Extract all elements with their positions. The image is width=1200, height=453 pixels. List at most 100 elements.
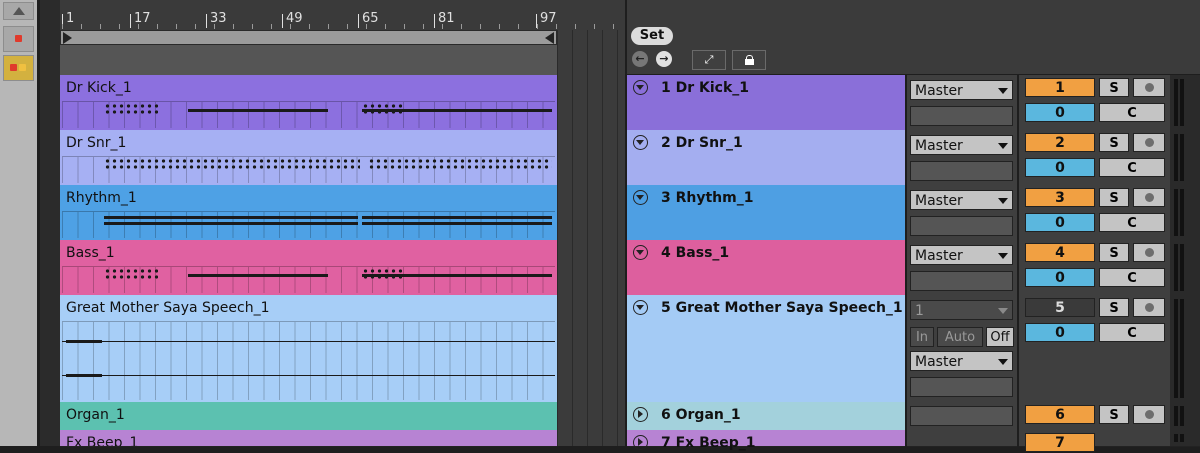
lock-icon (744, 55, 754, 65)
track-header[interactable]: 4 Bass_1 (627, 240, 905, 296)
crossfade-button[interactable]: C (1099, 103, 1165, 122)
level-meter (1170, 185, 1200, 241)
crossfade-button[interactable]: C (1099, 213, 1165, 232)
mixer-section: 6S (1019, 402, 1170, 431)
track-activator-button[interactable]: 1 (1025, 78, 1095, 97)
mixer-section: 3S0C (1019, 185, 1170, 241)
arrow-left-icon[interactable]: ← (632, 51, 648, 67)
pan-field[interactable]: 0 (1025, 213, 1095, 232)
arm-button[interactable] (1133, 405, 1165, 424)
track-activator-button[interactable]: 5 (1025, 298, 1095, 317)
mixer-section: 5S0C (1019, 295, 1170, 403)
clip-name: Fx Beep_1 (66, 435, 139, 447)
active-scene-indicator[interactable] (3, 55, 34, 81)
fold-closed-icon[interactable] (633, 435, 648, 450)
output-channel-box[interactable] (910, 406, 1013, 426)
arrangement-clip[interactable]: Great Mother Saya Speech_1 (60, 295, 557, 403)
lock-button[interactable] (732, 50, 766, 70)
output-select[interactable]: Master (910, 80, 1013, 100)
expand-button[interactable]: ⤢ (692, 50, 726, 70)
loop-brace[interactable] (60, 30, 557, 45)
arm-button[interactable] (1133, 298, 1165, 317)
ruler-subtick (423, 24, 424, 29)
fold-open-icon[interactable] (633, 245, 648, 260)
crossfade-button[interactable]: C (1099, 158, 1165, 177)
fold-open-icon[interactable] (633, 190, 648, 205)
loop-end-marker-icon[interactable] (545, 32, 554, 44)
output-select[interactable]: Master (910, 245, 1013, 265)
input-channel-select[interactable]: 1 (910, 300, 1013, 320)
scroll-column (40, 0, 60, 446)
arm-button[interactable] (1133, 133, 1165, 152)
pan-field[interactable]: 0 (1025, 268, 1095, 287)
ruler-subtick (138, 24, 139, 29)
fold-open-icon[interactable] (633, 135, 648, 150)
monitor-off-button[interactable]: Off (986, 327, 1014, 347)
fold-open-icon[interactable] (633, 80, 648, 95)
fold-closed-icon[interactable] (633, 407, 648, 422)
solo-button[interactable]: S (1099, 188, 1129, 207)
track-header[interactable]: 7 Fx Beep_1 (627, 430, 905, 451)
output-channel-box[interactable] (910, 106, 1013, 126)
solo-button[interactable]: S (1099, 243, 1129, 262)
loop-start-marker-icon[interactable] (63, 32, 72, 44)
output-value: Master (915, 138, 963, 154)
yellow-square-icon (19, 64, 26, 71)
output-channel-box[interactable] (910, 271, 1013, 291)
track-name: 1 Dr Kick_1 (661, 80, 750, 96)
io-section: Master (907, 130, 1017, 186)
pan-field[interactable]: 0 (1025, 158, 1095, 177)
track-header[interactable]: 1 Dr Kick_1 (627, 75, 905, 131)
pan-field[interactable]: 0 (1025, 103, 1095, 122)
output-select[interactable]: Master (910, 351, 1013, 371)
track-header[interactable]: 5 Great Mother Saya Speech_1 (627, 295, 905, 403)
output-channel-box[interactable] (910, 377, 1013, 397)
arrangement-clip[interactable]: Fx Beep_1 (60, 430, 557, 447)
arrangement-clip[interactable]: Organ_1 (60, 402, 557, 431)
monitor-auto-button[interactable]: Auto (937, 327, 983, 347)
track-header[interactable]: 6 Organ_1 (627, 402, 905, 431)
solo-button[interactable]: S (1099, 78, 1129, 97)
midi-note-bar (362, 222, 552, 225)
fold-open-icon[interactable] (633, 300, 648, 315)
solo-button[interactable]: S (1099, 298, 1129, 317)
output-select[interactable]: Master (910, 190, 1013, 210)
arm-button[interactable] (1133, 78, 1165, 97)
record-indicator[interactable] (3, 26, 34, 52)
arrangement-clip[interactable]: Dr Kick_1 (60, 75, 557, 131)
pan-field[interactable]: 0 (1025, 323, 1095, 342)
ruler-subtick (233, 24, 234, 29)
arrangement-clip[interactable]: Dr Snr_1 (60, 130, 557, 186)
arm-button[interactable] (1133, 243, 1165, 262)
monitor-in-button[interactable]: In (910, 327, 934, 347)
track-header[interactable]: 2 Dr Snr_1 (627, 130, 905, 186)
ruler-subtick (556, 24, 557, 29)
solo-button[interactable]: S (1099, 133, 1129, 152)
midi-note-bar (188, 109, 328, 112)
mixer-section: 2S0C (1019, 130, 1170, 186)
io-section: Master (907, 240, 1017, 296)
collapse-up-button[interactable] (3, 2, 34, 20)
track-activator-button[interactable]: 2 (1025, 133, 1095, 152)
arrangement-clip[interactable]: Rhythm_1 (60, 185, 557, 241)
beat-ruler[interactable]: 1 17 33 49 65 81 97 (60, 0, 625, 30)
arrangement-clip[interactable]: Bass_1 (60, 240, 557, 296)
track-activator-button[interactable]: 7 (1025, 433, 1095, 452)
chevron-down-icon (998, 198, 1008, 204)
crossfade-button[interactable]: C (1099, 323, 1165, 342)
ruler-tick-line (434, 14, 435, 28)
track-activator-button[interactable]: 4 (1025, 243, 1095, 262)
crossfade-button[interactable]: C (1099, 268, 1165, 287)
output-channel-box[interactable] (910, 161, 1013, 181)
track-header[interactable]: 3 Rhythm_1 (627, 185, 905, 241)
output-select[interactable]: Master (910, 135, 1013, 155)
track-activator-button[interactable]: 3 (1025, 188, 1095, 207)
chevron-down-icon (998, 308, 1008, 314)
solo-button[interactable]: S (1099, 405, 1129, 424)
arm-button[interactable] (1133, 188, 1165, 207)
set-button[interactable]: Set (631, 27, 673, 45)
arrow-right-icon[interactable]: → (656, 51, 672, 67)
track-activator-button[interactable]: 6 (1025, 405, 1095, 424)
clip-name: Great Mother Saya Speech_1 (66, 300, 270, 316)
output-channel-box[interactable] (910, 216, 1013, 236)
